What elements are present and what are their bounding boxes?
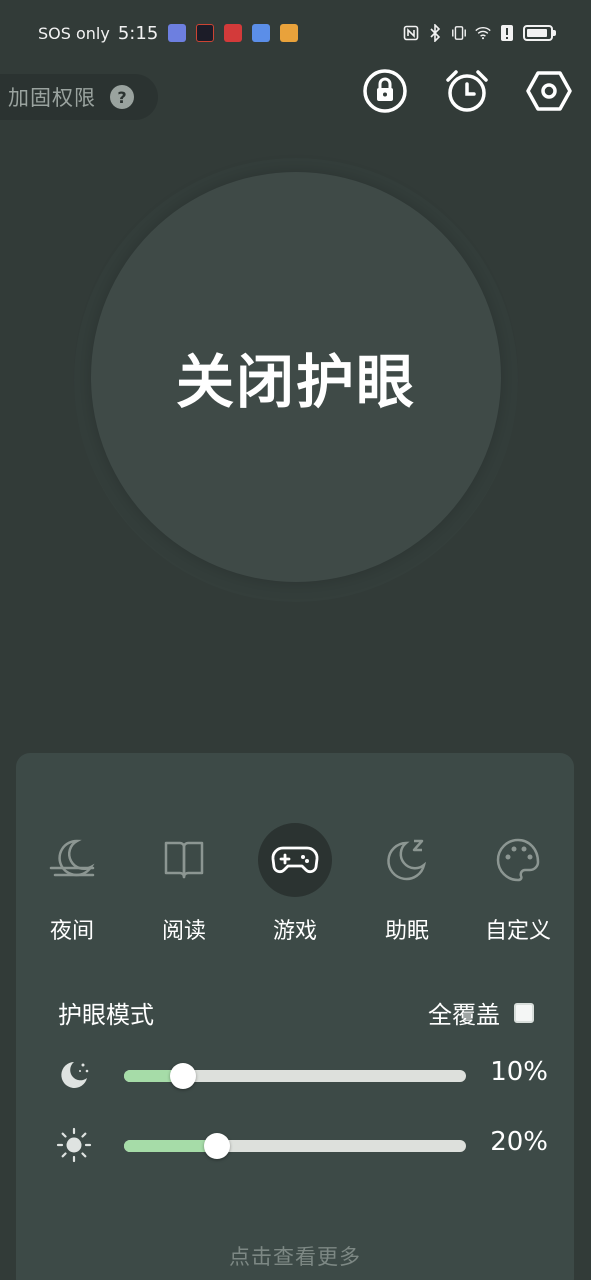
gamepad-icon: [258, 823, 332, 897]
eye-mode-title: 护眼模式: [58, 1001, 154, 1029]
mode-reading[interactable]: 阅读: [134, 823, 234, 953]
brightness-icon: [56, 1127, 92, 1163]
slider-thumb[interactable]: [170, 1063, 197, 1089]
brightness-slider-row: 20%: [56, 1125, 556, 1165]
app-notification-icon: [280, 24, 299, 42]
mode-label: 自定义: [484, 919, 551, 944]
mode-night[interactable]: 夜间: [22, 823, 122, 953]
reinforce-permission-button[interactable]: 加固权限 ?: [0, 74, 158, 120]
settings-icon[interactable]: [526, 68, 572, 114]
clock-text: 5:15: [117, 22, 159, 44]
app-notification-icon: [252, 24, 271, 42]
status-right: [403, 24, 556, 42]
help-icon[interactable]: ?: [110, 85, 134, 109]
full-cover-checkbox[interactable]: [514, 1002, 534, 1023]
app-notification-icon: [196, 24, 215, 42]
view-more-link[interactable]: 点击查看更多: [16, 1241, 574, 1271]
mode-list: 夜间 阅读 游戏 助眠 自定义: [16, 823, 574, 953]
app-notification-icon: [224, 24, 243, 42]
night-moon-icon: [35, 823, 109, 897]
alert-icon: [499, 24, 515, 42]
battery-icon: [523, 25, 556, 41]
battery-level: [527, 29, 547, 37]
mode-label: 助眠: [384, 919, 429, 944]
alarm-clock-icon[interactable]: [444, 68, 490, 114]
toggle-label: 关闭护眼: [175, 348, 416, 416]
book-icon: [147, 823, 221, 897]
status-left: SOS only 5:15: [38, 22, 299, 44]
brightness-slider[interactable]: [124, 1133, 466, 1159]
sleep-moon-icon: [370, 823, 444, 897]
lock-icon[interactable]: [362, 68, 408, 114]
slider-fill: [124, 1140, 218, 1152]
wifi-icon: [475, 24, 491, 42]
mode-sleep[interactable]: 助眠: [357, 823, 457, 953]
slider-thumb[interactable]: [204, 1133, 231, 1159]
dim-value: 10%: [490, 1057, 548, 1087]
eye-protection-toggle-button[interactable]: 关闭护眼: [91, 172, 501, 582]
app-notification-icon: [168, 24, 187, 42]
full-cover-label: 全覆盖: [428, 1001, 500, 1029]
bluetooth-icon: [427, 24, 443, 42]
mode-game[interactable]: 游戏: [245, 823, 345, 953]
dim-slider-row: 10%: [56, 1055, 556, 1095]
permission-label: 加固权限: [8, 86, 96, 110]
nfc-icon: [403, 24, 419, 42]
mode-panel: 夜间 阅读 游戏 助眠 自定义 护眼模式 全覆盖 10% 20% 点击查看更多: [16, 753, 574, 1280]
brightness-value: 20%: [490, 1127, 548, 1157]
mode-custom[interactable]: 自定义: [468, 823, 568, 953]
mode-label: 夜间: [49, 919, 94, 944]
vibrate-icon: [451, 24, 467, 42]
moon-icon: [56, 1057, 92, 1093]
dim-slider[interactable]: [124, 1063, 466, 1089]
mode-label: 游戏: [272, 919, 317, 944]
palette-icon: [481, 823, 555, 897]
mode-label: 阅读: [161, 919, 206, 944]
carrier-text: SOS only: [38, 23, 110, 43]
full-cover-option[interactable]: 全覆盖: [428, 995, 534, 1030]
status-bar: SOS only 5:15: [0, 0, 591, 66]
